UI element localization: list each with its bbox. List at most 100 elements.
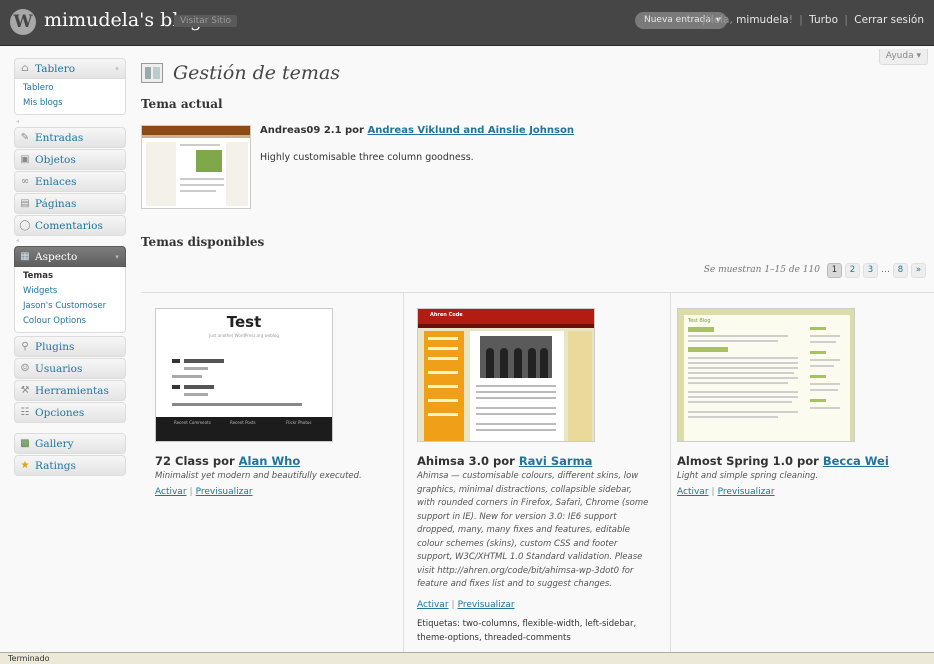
- greeting-end: !: [788, 14, 793, 26]
- theme-name: Almost Spring 1.0 por: [677, 454, 823, 468]
- menu-enlaces[interactable]: ∞ Enlaces: [14, 171, 126, 192]
- page-button-1: 1: [827, 262, 842, 278]
- menu-ratings[interactable]: ★ Ratings: [14, 455, 126, 476]
- menu-separator: [14, 424, 126, 432]
- menu-plugins[interactable]: ⚲ Plugins: [14, 336, 126, 357]
- tools-icon: ⚒: [20, 385, 30, 396]
- menu-aspecto[interactable]: ▦ Aspecto ▾: [14, 246, 126, 267]
- menu-comentarios[interactable]: ◯ Comentarios: [14, 215, 126, 236]
- wordpress-logo-icon[interactable]: W: [10, 9, 36, 35]
- submenu-aspecto: Temas Widgets Jason's Customoser Colour …: [14, 267, 126, 333]
- theme-author-link[interactable]: Alan Who: [239, 454, 301, 468]
- comment-icon: ◯: [19, 220, 31, 231]
- themes-grid: Test Just another WordPress.org weblog R…: [141, 292, 934, 653]
- menu-paginas[interactable]: ▤ Páginas: [14, 193, 126, 214]
- paging-info: Se muestran 1–15 de 110: [703, 265, 820, 275]
- admin-header: W mimudela's blog Visitar Sitio Nueva en…: [0, 0, 934, 46]
- menu-entradas[interactable]: ✎ Entradas: [14, 127, 126, 148]
- screenshot-subtitle: Just another WordPress.org weblog: [209, 333, 279, 338]
- theme-author-link[interactable]: Becca Wei: [823, 454, 889, 468]
- theme-card: Test Just another WordPress.org weblog R…: [141, 293, 403, 653]
- menu-entradas-label: Entradas: [35, 132, 84, 144]
- current-theme-description: Highly customisable three column goodnes…: [260, 152, 474, 163]
- submenu-item-mis-blogs[interactable]: Mis blogs: [15, 96, 125, 111]
- menu-usuarios-label: Usuarios: [35, 363, 83, 375]
- menu-ratings-label: Ratings: [35, 460, 76, 472]
- screenshot-footer-label: Flickr Photos: [286, 420, 312, 425]
- submenu-tablero: Tablero Mis blogs: [14, 79, 126, 115]
- main-content: Gestión de temas Tema actual Andreas09 2…: [133, 52, 934, 653]
- appearance-icon: ▦: [20, 251, 30, 262]
- page-button-3[interactable]: 3: [863, 262, 878, 278]
- screenshot-title: Test Blog: [688, 318, 711, 324]
- screenshot-title: Test: [226, 313, 262, 331]
- menu-herramientas[interactable]: ⚒ Herramientas: [14, 380, 126, 401]
- visit-site-button[interactable]: Visitar Sitio: [174, 15, 238, 27]
- current-theme-screenshot: [141, 125, 251, 209]
- menu-opciones-label: Opciones: [35, 407, 85, 419]
- plugin-icon: ⚲: [21, 341, 29, 352]
- next-page-button[interactable]: »: [911, 262, 926, 278]
- menu-paginas-label: Páginas: [35, 198, 77, 210]
- theme-title: Ahimsa 3.0 por Ravi Sarma: [417, 454, 592, 468]
- page-button-2[interactable]: 2: [845, 262, 860, 278]
- turbo-link[interactable]: Turbo: [809, 14, 838, 26]
- theme-description: Light and simple spring cleaning.: [677, 471, 819, 481]
- activate-link[interactable]: Activar: [155, 487, 187, 497]
- menu-toggle-icon[interactable]: ▾: [112, 59, 122, 80]
- submenu-item-widgets[interactable]: Widgets: [15, 284, 125, 299]
- greeting-text: ¡Hola,: [701, 14, 737, 26]
- page-button-8[interactable]: 8: [893, 262, 908, 278]
- username-link[interactable]: mimudela: [736, 14, 789, 26]
- preview-link[interactable]: Previsualizar: [458, 600, 515, 610]
- themes-page-icon: [141, 63, 163, 83]
- submenu-item-temas[interactable]: Temas: [15, 269, 125, 284]
- screenshot-title: Ahren Code: [430, 312, 463, 318]
- preview-link[interactable]: Previsualizar: [718, 487, 775, 497]
- menu-usuarios[interactable]: ☺ Usuarios: [14, 358, 126, 379]
- theme-screenshot[interactable]: Test Blog: [677, 308, 855, 442]
- current-theme-name: Andreas09 2.1 por: [260, 125, 368, 136]
- current-theme-author-link[interactable]: Andreas Viklund and Ainslie Johnson: [367, 125, 574, 136]
- theme-name: Ahimsa 3.0 por: [417, 454, 519, 468]
- menu-objetos[interactable]: ▣ Objetos: [14, 149, 126, 170]
- activate-link[interactable]: Activar: [677, 487, 709, 497]
- theme-screenshot[interactable]: Test Just another WordPress.org weblog R…: [155, 308, 333, 442]
- menu-aspecto-label: Aspecto: [35, 251, 78, 263]
- theme-title: Almost Spring 1.0 por Becca Wei: [677, 454, 889, 468]
- theme-description: Minimalist yet modern and beautifully ex…: [155, 471, 362, 481]
- theme-title: 72 Class por Alan Who: [155, 454, 300, 468]
- theme-actions: Activar | Previsualizar: [155, 487, 253, 497]
- submenu-item-customoser[interactable]: Jason's Customoser: [15, 299, 125, 314]
- activate-link[interactable]: Activar: [417, 600, 449, 610]
- settings-icon: ☷: [20, 407, 30, 418]
- separator: |: [451, 600, 455, 610]
- menu-tablero[interactable]: ⌂ Tablero ▾: [14, 58, 126, 79]
- theme-description: Ahimsa — customisable colours, different…: [417, 471, 649, 589]
- user-links: ¡Hola, mimudela! | Turbo | Cerrar sesión: [702, 14, 924, 26]
- logout-link[interactable]: Cerrar sesión: [854, 14, 924, 26]
- separator: |: [844, 14, 848, 26]
- theme-author-link[interactable]: Ravi Sarma: [519, 454, 593, 468]
- page-ellipsis: …: [881, 265, 890, 275]
- admin-menu: ⌂ Tablero ▾ Tablero Mis blogs ◂ ✎ Entrad…: [14, 58, 126, 477]
- menu-toggle-icon[interactable]: ▾: [112, 247, 122, 268]
- page-title: Gestión de temas: [173, 62, 341, 84]
- submenu-item-tablero[interactable]: Tablero: [15, 81, 125, 96]
- menu-gallery[interactable]: ▩ Gallery: [14, 433, 126, 454]
- gallery-icon: ▩: [20, 438, 30, 449]
- menu-separator: ◂: [16, 237, 20, 244]
- media-icon: ▣: [20, 154, 30, 165]
- menu-enlaces-label: Enlaces: [35, 176, 77, 188]
- theme-screenshot[interactable]: Ahren Code: [417, 308, 595, 442]
- star-icon: ★: [20, 460, 30, 471]
- menu-separator: ◂: [16, 118, 20, 125]
- submenu-item-colour-options[interactable]: Colour Options: [15, 314, 125, 329]
- screenshot-footer-label: Recent Posts: [230, 420, 256, 425]
- link-icon: ∞: [20, 176, 30, 187]
- preview-link[interactable]: Previsualizar: [196, 487, 253, 497]
- menu-opciones[interactable]: ☷ Opciones: [14, 402, 126, 423]
- menu-plugins-label: Plugins: [35, 341, 75, 353]
- theme-card: Ahren Code Ahimsa 3.0 por Ravi Sarma Ahi…: [403, 293, 671, 653]
- separator: |: [711, 487, 715, 497]
